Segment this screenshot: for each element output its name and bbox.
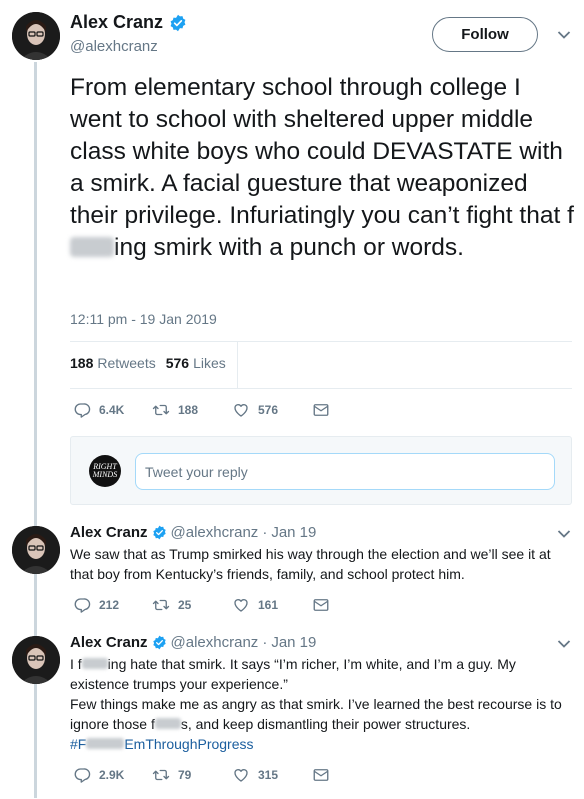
- reply-author-name[interactable]: Alex Cranz: [70, 524, 148, 541]
- chevron-down-icon[interactable]: [557, 529, 571, 539]
- reply-author-handle[interactable]: @alexhcranz: [171, 634, 259, 651]
- reply-count: 212: [99, 598, 120, 612]
- reply-count: 6.4K: [99, 403, 125, 417]
- censored-blur: [154, 718, 181, 729]
- reply-date[interactable]: Jan 19: [271, 524, 316, 541]
- reply-paragraph: I f ing hate that smirk. It says “I’m ric…: [70, 654, 575, 694]
- retweet-count: 25: [178, 598, 192, 612]
- tweet-text: From elementary school through college I…: [70, 72, 575, 264]
- retweets-stat[interactable]: 188 Retweets: [70, 355, 156, 371]
- thread-line-main: [34, 62, 37, 798]
- retweet-action[interactable]: 25: [152, 596, 191, 614]
- direct-message-icon: [313, 404, 329, 416]
- like-count: 161: [258, 598, 279, 612]
- retweet-count: 79: [178, 768, 192, 782]
- reply-icon: [74, 403, 91, 418]
- verified-badge-icon: [169, 14, 187, 32]
- retweet-action[interactable]: 188: [152, 401, 198, 419]
- reply-icon: [74, 768, 91, 783]
- retweets-label: Retweets: [97, 355, 156, 371]
- hashtag-part: EmThroughProgress: [124, 736, 254, 752]
- reply-header: Alex Cranz @alexhcranz · Jan 19: [70, 524, 316, 541]
- reply-text: We saw that as Trump smirked his way thr…: [70, 546, 551, 582]
- avatar[interactable]: [12, 526, 60, 574]
- retweet-icon: [152, 404, 170, 416]
- retweet-icon: [152, 599, 170, 611]
- reply-date[interactable]: Jan 19: [271, 634, 316, 651]
- likes-stat[interactable]: 576 Likes: [166, 355, 226, 371]
- likes-count: 576: [165, 355, 190, 371]
- author-handle[interactable]: @alexhcranz: [70, 38, 158, 55]
- divider: [70, 388, 572, 389]
- likes-label: Likes: [193, 355, 226, 371]
- retweet-action[interactable]: 79: [152, 766, 191, 784]
- tweet-timestamp[interactable]: 12:11 pm - 19 Jan 2019: [70, 311, 217, 327]
- avatar[interactable]: [12, 636, 60, 684]
- verified-badge-icon: [152, 525, 167, 540]
- retweets-count: 188: [70, 355, 94, 371]
- like-heart-icon: [234, 404, 248, 417]
- chevron-down-icon[interactable]: [557, 30, 571, 40]
- reply-author-handle[interactable]: @alexhcranz: [171, 524, 259, 541]
- reply-header: Alex Cranz @alexhcranz · Jan 19: [70, 634, 316, 651]
- censored-blur: [70, 237, 114, 257]
- reply-text-part: ing hate that smirk. It says “I’m richer…: [70, 656, 516, 692]
- author-name-text[interactable]: Alex Cranz: [70, 12, 163, 33]
- stats-divider: [237, 341, 238, 388]
- reply-count: 2.9K: [99, 768, 125, 782]
- like-count: 315: [258, 768, 279, 782]
- like-count: 576: [258, 403, 279, 417]
- direct-message-action[interactable]: [312, 766, 330, 784]
- like-heart-icon: [234, 599, 248, 612]
- censored-blur: [81, 658, 108, 669]
- hashtag-link[interactable]: #F EmThroughProgress: [70, 734, 575, 754]
- avatar[interactable]: [12, 12, 60, 60]
- reply-author-name[interactable]: Alex Cranz: [70, 634, 148, 651]
- reply-paragraph: Few things make me as angry as that smir…: [70, 694, 575, 734]
- follow-button[interactable]: Follow: [432, 17, 538, 52]
- reply-text: I f ing hate that smirk. It says “I’m ric…: [70, 654, 575, 754]
- reply-text-part: s, and keep dismantling their power stru…: [180, 716, 471, 732]
- separator-dot: ·: [262, 524, 268, 541]
- censored-blur: [86, 738, 125, 749]
- reply-action[interactable]: 212: [73, 596, 119, 614]
- author-name[interactable]: Alex Cranz: [70, 12, 187, 33]
- separator-dot: ·: [262, 634, 268, 651]
- reply-text-part: I f: [70, 656, 82, 672]
- verified-badge-icon: [152, 635, 167, 650]
- hashtag-part: #F: [70, 736, 87, 752]
- retweet-count: 188: [178, 403, 199, 417]
- direct-message-icon: [313, 599, 329, 611]
- reply-icon: [74, 598, 91, 613]
- direct-message-action[interactable]: [312, 596, 330, 614]
- reply-input[interactable]: [135, 453, 555, 490]
- direct-message-icon: [313, 769, 329, 781]
- retweet-icon: [152, 769, 170, 781]
- like-heart-icon: [234, 769, 248, 782]
- reply-action[interactable]: 2.9K: [73, 766, 124, 784]
- tweet-text-part-1: From elementary school through college I…: [70, 74, 574, 229]
- direct-message-action[interactable]: [312, 401, 330, 419]
- tweet-text-part-2: ing smirk with a punch or words.: [114, 234, 464, 261]
- like-action[interactable]: 161: [232, 596, 278, 614]
- chevron-down-icon[interactable]: [557, 639, 571, 649]
- like-action[interactable]: 576: [232, 401, 278, 419]
- like-action[interactable]: 315: [232, 766, 278, 784]
- tweet-stats: 188 Retweets 576 Likes: [70, 355, 236, 371]
- reply-composer: RIGHT MINDS: [70, 436, 572, 505]
- reply-action[interactable]: 6.4K: [73, 401, 124, 419]
- current-user-avatar[interactable]: RIGHT MINDS: [89, 455, 121, 487]
- divider: [70, 341, 572, 342]
